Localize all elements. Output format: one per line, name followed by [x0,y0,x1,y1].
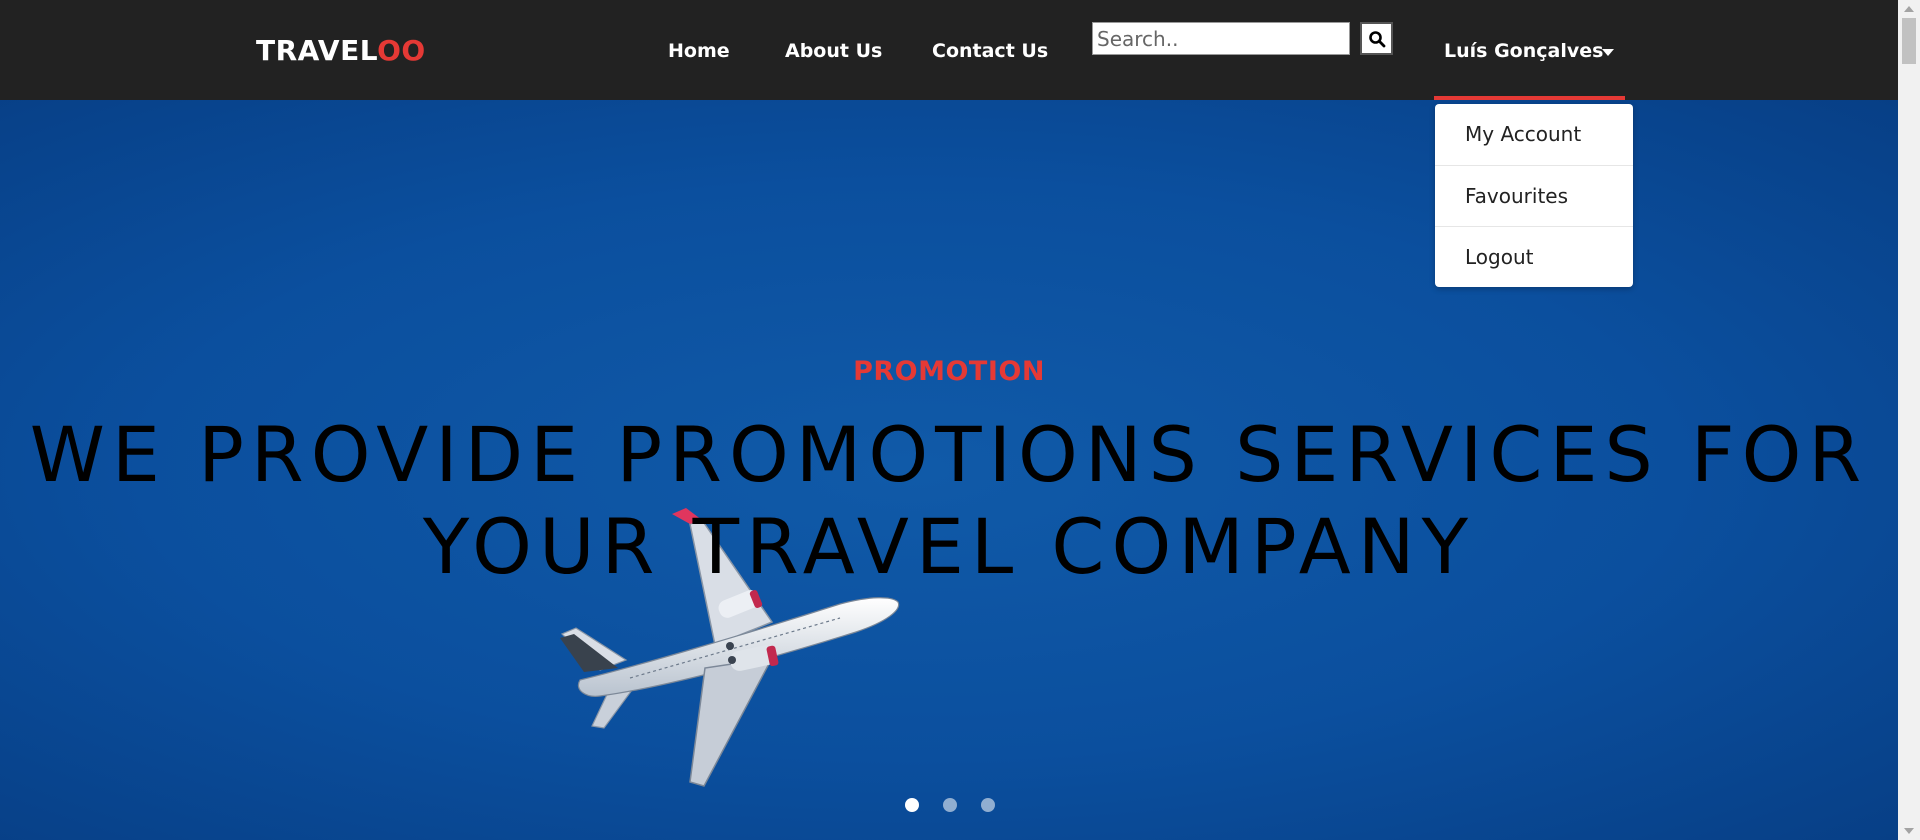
nav-home-link[interactable]: Home [668,40,730,62]
promotion-label: PROMOTION [853,356,1045,387]
nav-about-link[interactable]: About Us [785,40,882,62]
search-input[interactable] [1092,22,1350,55]
brand-logo[interactable]: TRAVELOO [256,34,426,67]
nav-contact-link[interactable]: Contact Us [932,40,1048,62]
search-icon [1368,30,1385,47]
top-navbar: TRAVELOO Home About Us Contact Us Luís G… [0,0,1898,100]
menu-item-my-account[interactable]: My Account [1435,104,1633,165]
user-menu-toggle[interactable]: Luís Gonçalves [1434,24,1625,100]
menu-item-favourites[interactable]: Favourites [1435,165,1633,226]
carousel-dot-1[interactable] [905,798,919,812]
logo-text-accent: OO [377,34,426,67]
logo-text-primary: TRAVEL [256,34,378,67]
search-button[interactable] [1360,22,1393,55]
carousel-dot-2[interactable] [943,798,957,812]
menu-item-logout[interactable]: Logout [1435,226,1633,287]
user-name-label: Luís Gonçalves [1444,40,1604,62]
hero-headline-line-1: WE PROVIDE PROMOTIONS SERVICES FOR [29,410,1869,499]
scroll-down-arrow-icon[interactable] [1904,828,1914,834]
hero-headline-line-2: YOUR TRAVEL COMPANY [422,502,1476,591]
scrollbar-thumb[interactable] [1902,18,1916,64]
carousel-indicators [900,798,1000,814]
user-dropdown-menu: My Account Favourites Logout [1435,104,1633,287]
carousel-dot-3[interactable] [981,798,995,812]
caret-down-icon [1602,49,1614,56]
page-scrollbar[interactable] [1898,0,1920,840]
scroll-up-arrow-icon[interactable] [1904,6,1914,12]
